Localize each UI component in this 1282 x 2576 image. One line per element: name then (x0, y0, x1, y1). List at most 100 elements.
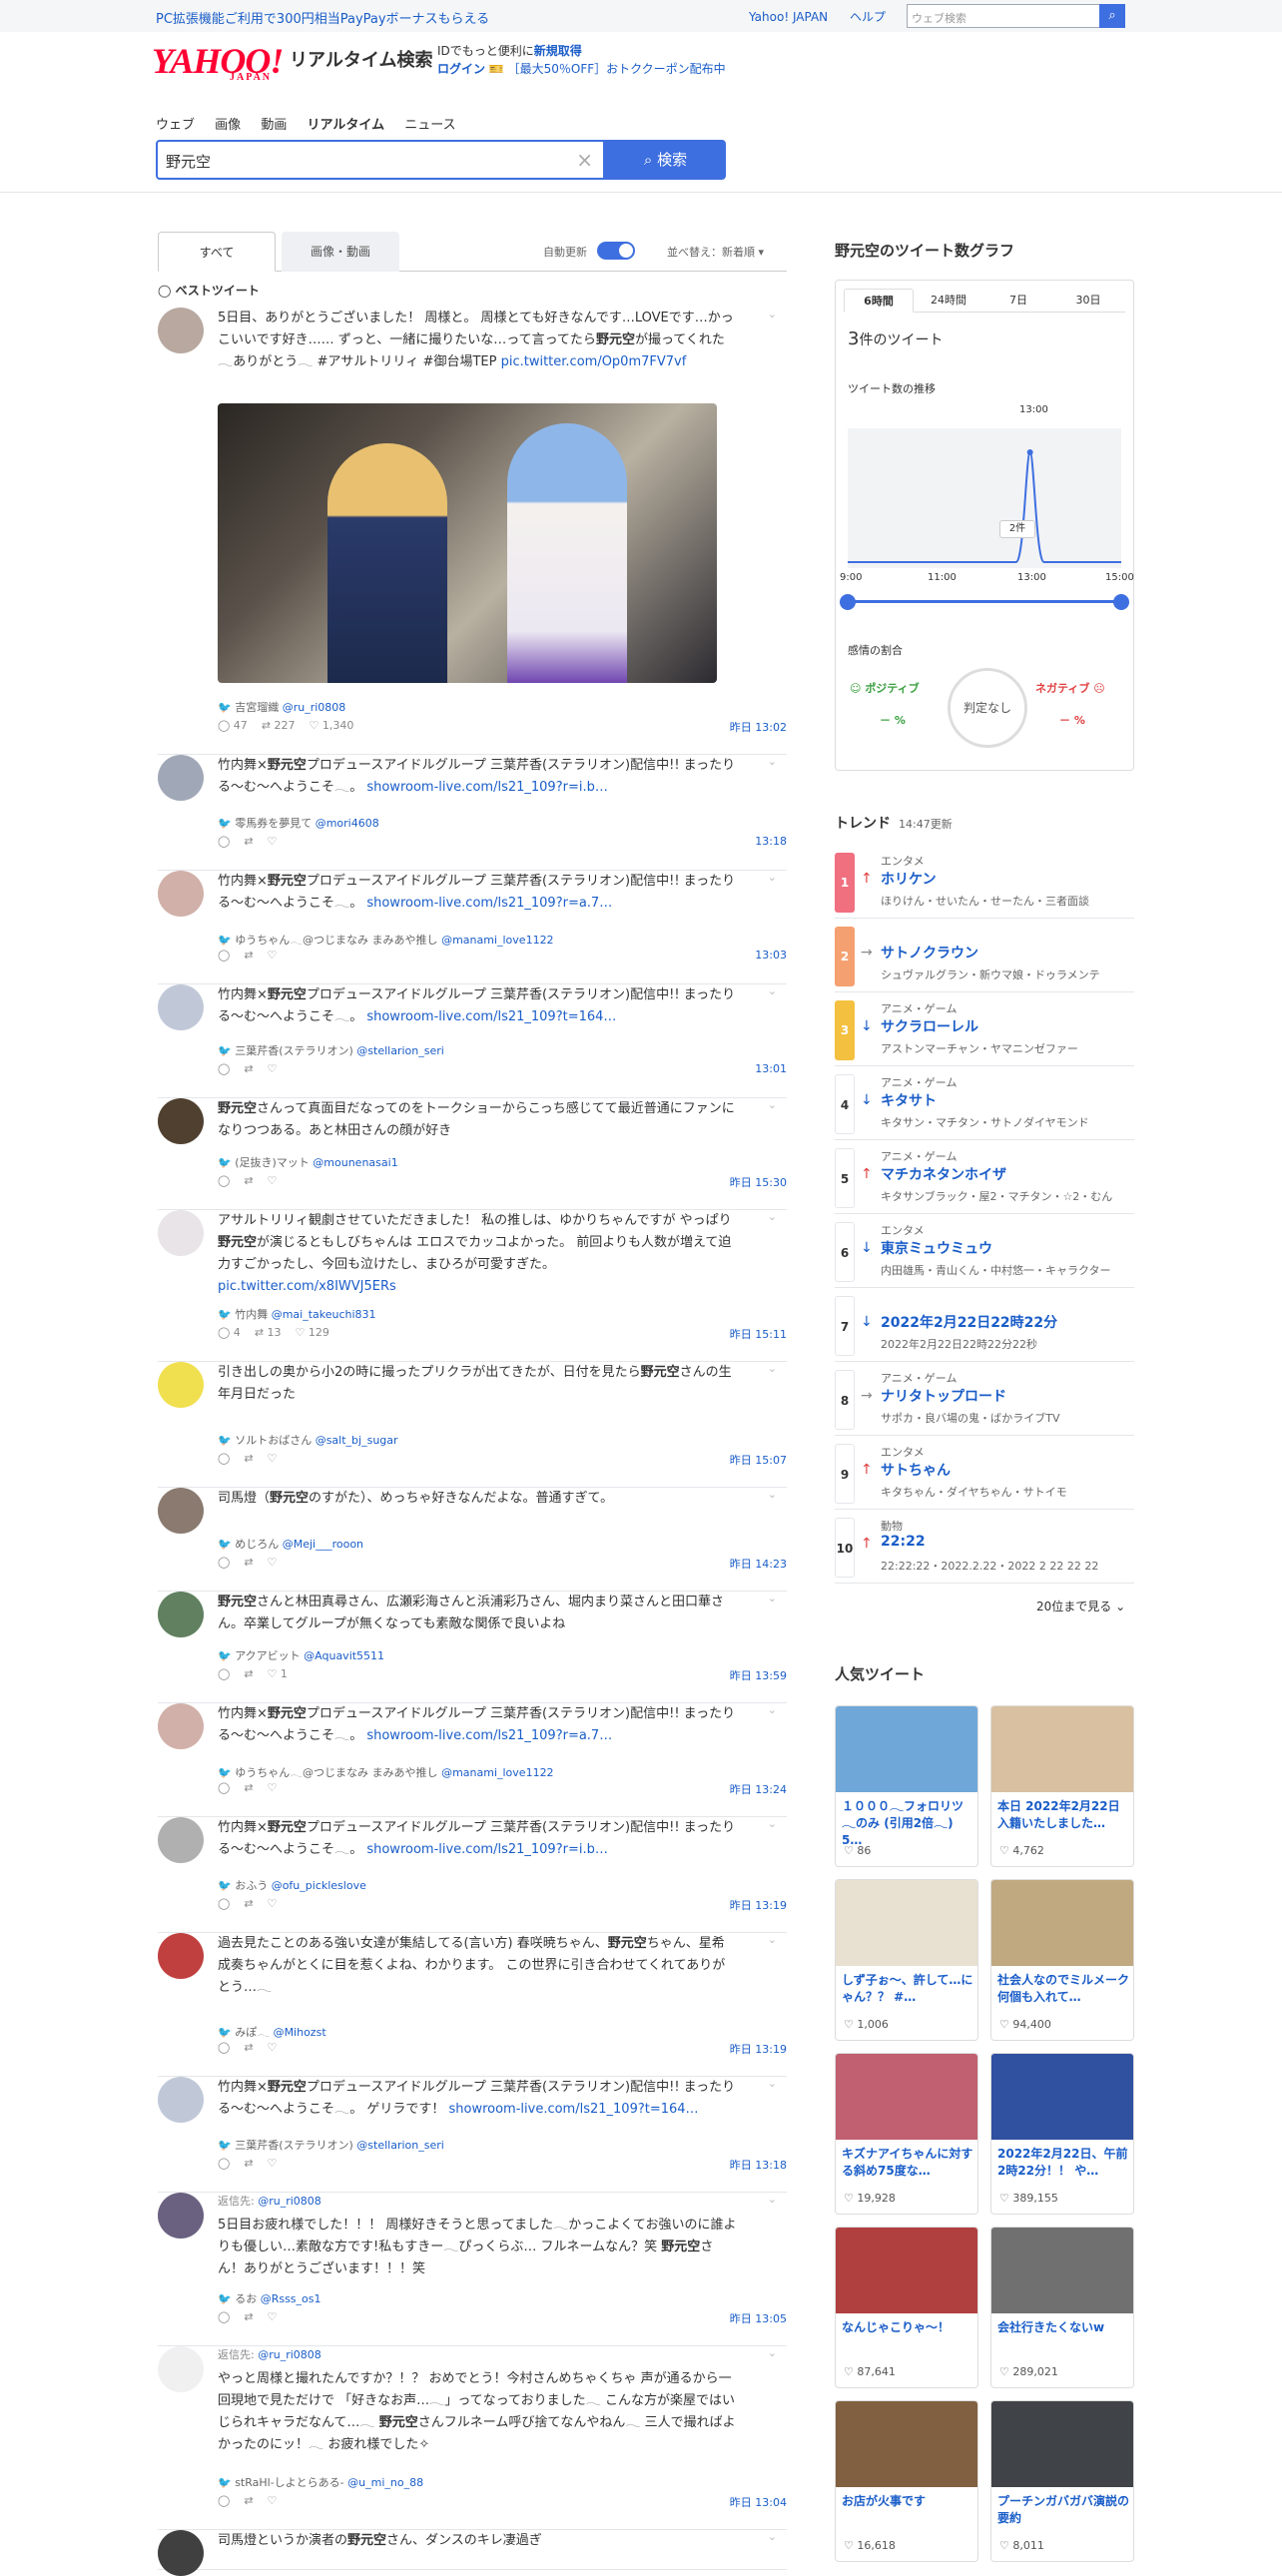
tweet-time[interactable]: 13:03 (755, 949, 787, 962)
retweet-icon[interactable]: ⇄ (244, 1781, 253, 1794)
trend-item[interactable]: 7 ↓ 2022年2月22日22時22分 2022年2月22日22時22分22秒 (835, 1290, 1134, 1362)
tweet-item[interactable]: 竹内舞×野元空プロデュースアイドルグループ 三葉芹香(ステラリオン)配信中!! … (158, 2077, 787, 2193)
popular-tweet-card[interactable]: 社会人なのでミルメーク何個も入れて… ♡ 94,400 (990, 1879, 1134, 2041)
avatar[interactable] (158, 308, 204, 353)
avatar[interactable] (158, 1592, 204, 1637)
tweet-item[interactable]: 過去見たことのある強い女達が集結してる(言い方) 春咲暁ちゃん、野元空ちゃん、星… (158, 1933, 787, 2077)
card-caption[interactable]: 2022年2月22日、午前2時22分！！ や… (997, 2146, 1129, 2180)
tweet-link[interactable]: showroom-live.com/ls21_109?r=i.b… (366, 780, 607, 795)
trend-item[interactable]: 1 エンタメ ↑ ホリケン ほりけん・せいたん・せーたん・三者面談 (835, 847, 1134, 919)
coupon-link[interactable]: ［最大50％OFF］おトククーポン配布中 (508, 62, 726, 76)
tweet-user[interactable]: 🐦 (足抜き)マット @mounenasai1 (218, 1154, 398, 1170)
like-icon[interactable]: ♡ (268, 1452, 278, 1465)
menu-chevron-icon[interactable]: ⌄ (768, 1933, 777, 1946)
tweet-user[interactable]: 🐦 アクアビット @Aquavit5511 (218, 1647, 384, 1663)
trend-item[interactable]: 5 アニメ・ゲーム ↑ マチカネタンホイザ キタサンブラック・屋2・マチタン・☆2・むん (835, 1142, 1134, 1214)
menu-chevron-icon[interactable]: ⌄ (768, 2346, 777, 2359)
menu-chevron-icon[interactable]: ⌄ (768, 1098, 777, 1111)
tweet-user[interactable]: 🐦 るお @Rsss_os1 (218, 2290, 321, 2306)
card-caption[interactable]: お店が火事です (842, 2493, 973, 2510)
reply-icon[interactable]: ◯ 4 (218, 1326, 241, 1339)
menu-chevron-icon[interactable]: ⌄ (768, 755, 777, 768)
trend-keyword[interactable]: キタサト (881, 1090, 937, 1110)
menu-chevron-icon[interactable]: ⌄ (768, 1488, 777, 1501)
tweet-item[interactable]: 引き出しの奥から小2の時に撮ったプリクラが出てきたが、日付を見たら野元空さんの生… (158, 1362, 787, 1488)
trend-keyword[interactable]: サトノクラウン (881, 943, 978, 963)
popular-tweet-card[interactable]: なんじゃこりゃ〜！ ♡ 87,641 (835, 2227, 978, 2388)
like-icon[interactable]: ♡ 1 (268, 1667, 288, 1680)
retweet-icon[interactable]: ⇄ (244, 2494, 253, 2507)
tweet-time[interactable]: 昨日 15:30 (730, 1174, 787, 1190)
tweet-user[interactable]: 🐦 めじろん @Meji___rooon (218, 1536, 363, 1552)
tweet-time[interactable]: 昨日 15:07 (730, 1452, 787, 1468)
like-icon[interactable]: ♡ (268, 835, 278, 848)
retweet-icon[interactable]: ⇄ (244, 2041, 253, 2054)
avatar[interactable] (158, 1210, 204, 1256)
trend-item[interactable]: 4 アニメ・ゲーム ↓ キタサト キタサン・マチタン・サトノダイヤモンド (835, 1068, 1134, 1140)
retweet-icon[interactable]: ⇄ 13 (255, 1326, 282, 1339)
tweet-user[interactable]: 🐦 みぽ𓂃 @Mihozst (218, 2021, 326, 2040)
reply-icon[interactable]: ◯ (218, 1556, 230, 1569)
tweet-item[interactable]: 返信先: @ru_ri0808 やっと周様と撮れたんですか？！？ おめでとう！今村… (158, 2346, 787, 2530)
tweet-time[interactable]: 昨日 13:19 (730, 1897, 787, 1913)
tweet-time[interactable]: 昨日 15:11 (730, 1326, 787, 1342)
menu-chevron-icon[interactable]: ⌄ (768, 984, 777, 997)
menu-chevron-icon[interactable]: ⌄ (768, 1362, 777, 1375)
tweet-item[interactable]: 竹内舞×野元空プロデュースアイドルグループ 三葉芹香(ステラリオン)配信中!! … (158, 1817, 787, 1933)
trend-keyword[interactable]: 東京ミュウミュウ (881, 1238, 992, 1258)
avatar[interactable] (158, 2346, 204, 2392)
nav-video[interactable]: 動画 (261, 118, 287, 133)
tweet-link[interactable]: showroom-live.com/ls21_109?t=164… (448, 2102, 698, 2117)
menu-chevron-icon[interactable]: ⌄ (768, 2193, 777, 2206)
retweet-icon[interactable]: ⇄ (244, 1452, 253, 1465)
avatar[interactable] (158, 2530, 204, 2576)
login-link[interactable]: ログイン (437, 62, 485, 76)
trend-keyword[interactable]: サクラローレル (881, 1016, 978, 1036)
nav-web[interactable]: ウェブ (156, 118, 195, 133)
search-input[interactable]: 野元空 × (156, 140, 605, 180)
tweet-time[interactable]: 昨日 13:02 (730, 719, 787, 735)
like-icon[interactable]: ♡ 1,340 (310, 719, 354, 732)
yahoo-logo[interactable]: YAHOO! JAPAN (152, 40, 284, 83)
auto-update-toggle[interactable] (597, 242, 635, 260)
trend-item[interactable]: 6 エンタメ ↓ 東京ミュウミュウ 内田雄馬・青山くん・中村悠一・キャラクター (835, 1216, 1134, 1288)
popular-tweet-card[interactable]: １０００𓂃フォロリツ𓂃のみ (引用2倍𓂃) 5… ♡ 86 (835, 1705, 978, 1867)
tweet-user[interactable]: 🐦 ソルトおばさん @salt_bj_sugar (218, 1432, 398, 1448)
reply-icon[interactable]: ◯ (218, 1062, 230, 1075)
menu-chevron-icon[interactable]: ⌄ (768, 871, 777, 884)
tab-media[interactable]: 画像・動画 (282, 232, 399, 272)
card-caption[interactable]: １０００𓂃フォロリツ𓂃のみ (引用2倍𓂃) 5… (842, 1798, 973, 1849)
tweet-link[interactable]: showroom-live.com/ls21_109?t=164… (366, 1009, 616, 1024)
retweet-icon[interactable]: ⇄ (244, 949, 253, 962)
menu-chevron-icon[interactable]: ⌄ (768, 1703, 777, 1716)
tweet-item[interactable]: 司馬燈というか演者の野元空さん、ダンスのキレ凄過ぎ ⌄ (158, 2530, 787, 2576)
trend-keyword[interactable]: マチカネタンホイザ (881, 1164, 1006, 1184)
reply-handle[interactable]: @ru_ri0808 (258, 2195, 321, 2208)
yahoo-japan-link[interactable]: Yahoo! JAPAN (749, 10, 828, 24)
reply-icon[interactable]: ◯ (218, 1174, 230, 1187)
tweet-time[interactable]: 昨日 13:04 (730, 2494, 787, 2510)
like-icon[interactable]: ♡ (268, 2041, 278, 2054)
tweet-link[interactable]: pic.twitter.com/x8IWVJ5ERs (218, 1279, 396, 1294)
signup-link[interactable]: 新規取得 (534, 44, 582, 58)
card-caption[interactable]: 本日 2022年2月22日 入籍いたしました… (997, 1798, 1129, 1832)
reply-icon[interactable]: ◯ (218, 835, 230, 848)
avatar[interactable] (158, 2193, 204, 2239)
tab-6h[interactable]: 6時間 (844, 289, 914, 313)
tweet-item[interactable]: アサルトリリィ観劇させていただきました！ 私の推しは、ゆかりちゃんですが やっぱ… (158, 1210, 787, 1362)
popular-tweet-card[interactable]: 会社行きたくないw ♡ 289,021 (990, 2227, 1134, 2388)
tweet-item[interactable]: 竹内舞×野元空プロデュースアイドルグループ 三葉芹香(ステラリオン)配信中!! … (158, 1703, 787, 1817)
like-icon[interactable]: ♡ (268, 1781, 278, 1794)
tweet-item[interactable]: 竹内舞×野元空プロデュースアイドルグループ 三葉芹香(ステラリオン)配信中!! … (158, 871, 787, 984)
clear-icon[interactable]: × (576, 148, 593, 172)
search-button[interactable]: ⌕ 検索 (605, 140, 726, 180)
tweet-link[interactable]: showroom-live.com/ls21_109?r=i.b… (366, 1842, 607, 1857)
tab-7d[interactable]: 7日 (983, 289, 1053, 313)
retweet-icon[interactable]: ⇄ 227 (262, 719, 296, 732)
avatar[interactable] (158, 1817, 204, 1863)
reply-handle[interactable]: @ru_ri0808 (258, 2348, 321, 2361)
card-caption[interactable]: プーチンガバガバ演説の要約 (997, 2493, 1129, 2527)
avatar[interactable] (158, 871, 204, 917)
trend-keyword[interactable]: 22:22 (881, 1534, 926, 1550)
card-caption[interactable]: キズナアイちゃんに対する斜め75度な… (842, 2146, 973, 2180)
